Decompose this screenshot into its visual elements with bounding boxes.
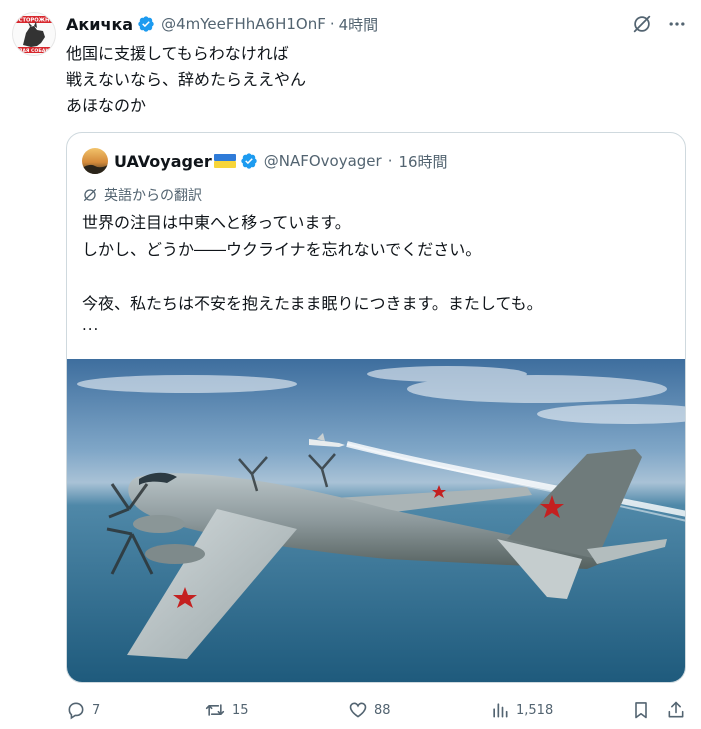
like-icon — [349, 702, 367, 718]
views-icon — [493, 703, 508, 718]
action-bar: 7 15 88 1,518 — [66, 700, 690, 726]
avatar-text-top: ОСТОРОЖНО — [14, 18, 54, 24]
bookmark-button[interactable] — [631, 700, 657, 720]
reply-count: 7 — [92, 702, 101, 718]
quote-avatar — [82, 148, 108, 174]
repost-icon — [205, 704, 225, 716]
quote-author-name[interactable]: UAVoyager — [114, 152, 212, 171]
quote-media-image[interactable] — [67, 359, 685, 682]
views-button[interactable]: 1,518 — [490, 700, 553, 720]
verified-badge-icon — [137, 15, 155, 33]
quote-verified-badge-icon — [240, 152, 258, 170]
more-icon[interactable] — [667, 14, 687, 34]
like-button[interactable]: 88 — [348, 700, 391, 720]
repost-button[interactable]: 15 — [204, 700, 249, 720]
reply-icon — [68, 702, 84, 720]
bookmark-icon — [635, 702, 647, 719]
share-button[interactable] — [666, 700, 692, 720]
views-count: 1,518 — [516, 702, 554, 718]
repost-count: 15 — [232, 702, 249, 718]
translation-label[interactable]: 英語からの翻訳 — [82, 185, 202, 205]
separator-dot: · — [329, 15, 335, 33]
ukraine-flag-icon — [213, 153, 236, 169]
quote-text: 世界の注目は中東へと移っています。 しかし、どうか――ウクライナを忘れないでくだ… — [82, 213, 543, 313]
avatar-text-bottom: ЗЛАЯ СОБАКА — [15, 48, 53, 54]
translation-label-text: 英語からの翻訳 — [104, 188, 202, 204]
quote-author-handle[interactable]: @NAFOvoyager — [264, 152, 382, 170]
tweet-header: Акичка @4mYeeFHhA6H1OnF · 4時間 — [66, 12, 687, 36]
show-more[interactable]: ... — [82, 316, 99, 334]
quote-time[interactable]: 16時間 — [398, 151, 447, 172]
reply-button[interactable]: 7 — [66, 700, 100, 720]
author-avatar[interactable]: ОСТОРОЖНО ЗЛАЯ СОБАКА — [12, 12, 56, 56]
tweet-time[interactable]: 4時間 — [339, 14, 379, 35]
author-name[interactable]: Акичка — [66, 15, 133, 34]
author-handle[interactable]: @4mYeeFHhA6H1OnF — [161, 15, 326, 33]
share-icon — [668, 701, 684, 718]
grok-icon[interactable] — [631, 13, 653, 35]
quote-separator-dot: · — [387, 152, 393, 170]
grok-translate-icon — [84, 189, 96, 201]
quoted-tweet[interactable]: UAVoyager @NAFOvoyager · 16時間 英語からの翻訳 世界… — [66, 132, 686, 683]
tweet-text: 他国に支援してもらわなければ 戦えないなら、辞めたらええやん あほなのか — [66, 44, 307, 115]
like-count: 88 — [374, 702, 391, 718]
quote-header: UAVoyager @NAFOvoyager · 16時間 — [82, 148, 448, 174]
